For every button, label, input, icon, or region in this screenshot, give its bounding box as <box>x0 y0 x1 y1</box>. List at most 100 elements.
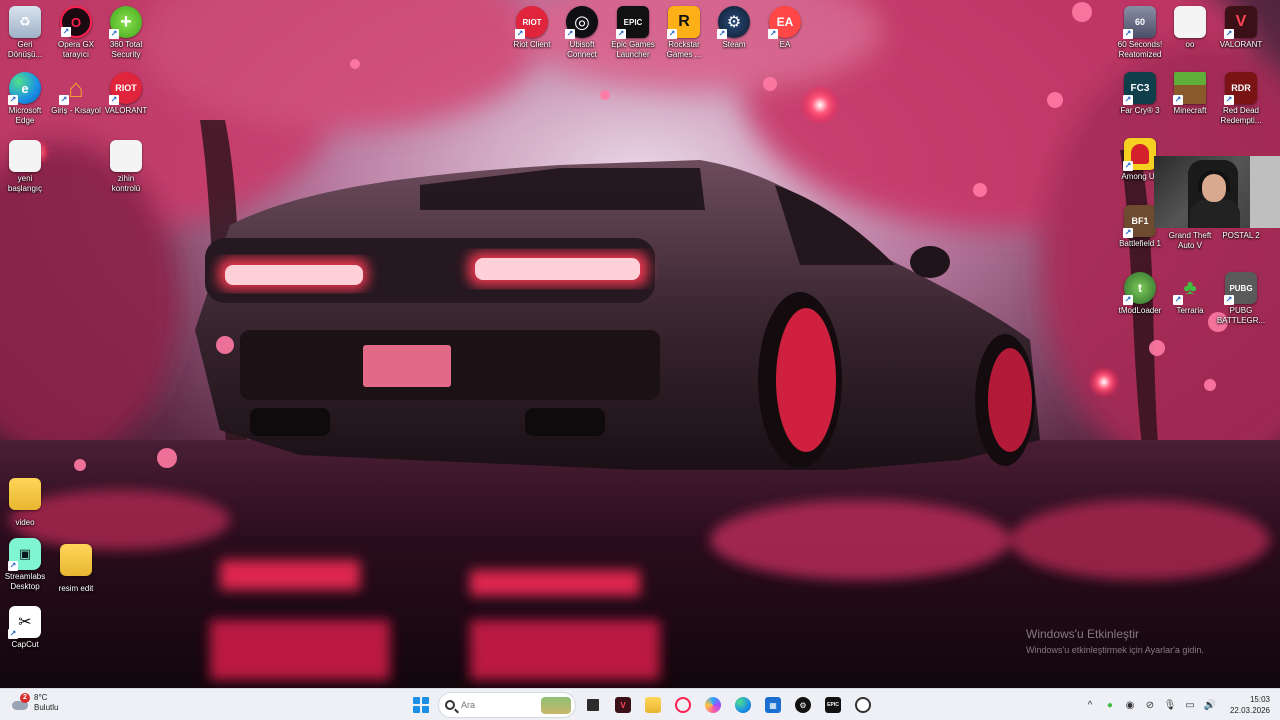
weather-temp: 8°C <box>34 693 48 702</box>
edge-icon <box>735 697 751 713</box>
desktop-icon-360-security[interactable]: + ↗ 360 Total Security <box>95 6 157 60</box>
taskbar-edge[interactable] <box>730 692 756 718</box>
rdr-icon: RDR ↗ <box>1224 72 1257 105</box>
weather-cloud-icon: 2 <box>10 693 30 713</box>
taskbar-store[interactable]: ▦ <box>760 692 786 718</box>
desktop-icon-capcut[interactable]: ✂ ↗ CapCut <box>0 606 56 650</box>
clock[interactable]: 15:03 22.03.2026 <box>1230 694 1270 716</box>
taskbar-valorant[interactable]: V <box>610 692 636 718</box>
desktop-icon-label: POSTAL 2 <box>1222 231 1260 240</box>
desktop-icon-label: EA <box>779 40 791 49</box>
recycle-bin-icon: ♻ <box>9 6 41 38</box>
taskbar-file-explorer[interactable] <box>640 692 666 718</box>
chevron-up-icon[interactable]: ^ <box>1084 699 1096 711</box>
app-tray-icon[interactable]: ● <box>1104 699 1116 711</box>
desktop-icon-ea[interactable]: EA ↗ EA <box>754 6 816 50</box>
weather-widget[interactable]: 2 8°C Bulutlu <box>10 693 58 713</box>
search-icon <box>445 700 455 710</box>
desktop-icon-label: 360 Total Security <box>109 40 143 59</box>
volume-icon[interactable]: 🔊 <box>1204 699 1216 711</box>
wallpaper-art <box>0 0 1280 688</box>
desktop-icon-pubg[interactable]: PUBG ↗ PUBG BATTLEGR... <box>1210 272 1272 326</box>
taskbar-copilot[interactable] <box>700 692 726 718</box>
desktop-icon-label: resim edit <box>58 584 94 593</box>
pubg-icon: PUBG ↗ <box>1224 272 1257 305</box>
edge-icon: e ↗ <box>8 72 41 105</box>
file-icon <box>1174 6 1206 38</box>
riot-client-icon: RIOT ↗ <box>515 6 548 39</box>
game-icon: 60 ↗ <box>1123 6 1156 39</box>
weather-condition: Bulutlu <box>34 703 59 712</box>
desktop-icon-yeni-baslangic[interactable]: yeni başlangıç <box>0 140 56 194</box>
steam-icon: ⚙ <box>795 697 811 713</box>
home-icon: ⌂ ↗ <box>59 72 84 105</box>
webcam-overlay <box>1154 156 1280 228</box>
network-off-icon[interactable]: ⊘ <box>1144 699 1156 711</box>
activation-subtitle: Windows'u etkinleştirmek için Ayarlar'a … <box>1026 645 1204 655</box>
minecraft-icon: ↗ <box>1173 72 1206 105</box>
taskbar-epic-games[interactable]: EPIC <box>820 692 846 718</box>
start-button[interactable] <box>408 692 434 718</box>
microphone-icon[interactable]: 🎙 <box>1164 699 1177 711</box>
folder-icon <box>9 478 41 510</box>
desktop-icon-label: yeni başlangıç <box>7 174 43 193</box>
taskbar-steam[interactable]: ⚙ <box>790 692 816 718</box>
streamlabs-icon: ▣ ↗ <box>8 538 41 571</box>
desktop-icon-label: PUBG BATTLEGR... <box>1216 306 1266 325</box>
valorant-icon: V <box>615 697 631 713</box>
desktop-icon-label: VALORANT <box>1219 40 1263 49</box>
desktop-icon-label: video <box>15 518 35 527</box>
task-view-icon <box>587 699 599 711</box>
ubisoft-icon <box>855 697 871 713</box>
taskbar: 2 8°C Bulutlu V <box>0 688 1280 720</box>
desktop-wallpaper <box>0 0 1280 688</box>
clock-time: 15:03 <box>1249 695 1270 704</box>
epic-games-icon: EPIC <box>825 697 841 713</box>
search-input[interactable] <box>461 700 541 710</box>
activation-watermark: Windows'u Etkinleştir Windows'u etkinleş… <box>1026 627 1204 655</box>
desktop-icon-label: Red Dead Redempti... <box>1220 106 1262 125</box>
desktop-icon-postal-2[interactable]: POSTAL 2 <box>1210 229 1272 241</box>
ubisoft-icon: ◎ ↗ <box>565 6 598 39</box>
desktop-icon-label: zihin kontrolü <box>111 174 141 193</box>
desktop-icon-red-dead[interactable]: RDR ↗ Red Dead Redempti... <box>1210 72 1272 126</box>
opera-gx-icon: O ↗ <box>60 6 92 38</box>
file-icon <box>110 140 142 172</box>
store-icon: ▦ <box>765 697 781 713</box>
desktop-icon-valorant[interactable]: V ↗ VALORANT <box>1210 6 1272 50</box>
activation-title: Windows'u Etkinleştir <box>1026 627 1139 641</box>
desktop-icon-valorant-riot[interactable]: RIOT ↗ VALORANT <box>95 72 157 116</box>
epic-games-icon: EPIC ↗ <box>616 6 649 39</box>
weather-badge: 2 <box>20 693 30 703</box>
search-highlight-image <box>541 697 571 714</box>
desktop-icon-label: VALORANT <box>104 106 148 115</box>
steam-icon: ⚙ ↗ <box>717 6 750 39</box>
ea-icon: EA ↗ <box>768 6 801 39</box>
rockstar-icon: R ↗ <box>667 6 700 39</box>
among-us-icon: ↗ <box>1123 138 1156 171</box>
farcry-icon: FC3 ↗ <box>1123 72 1156 105</box>
taskbar-search[interactable] <box>438 692 576 718</box>
file-explorer-icon <box>645 697 661 713</box>
capcut-icon: ✂ ↗ <box>8 606 41 639</box>
gamepad-icon[interactable]: ◉ <box>1124 699 1136 711</box>
desktop-icon-video-folder[interactable]: video <box>0 472 56 528</box>
desktop-icon-label: CapCut <box>11 640 39 649</box>
start-icon <box>413 697 429 713</box>
clock-date: 22.03.2026 <box>1229 706 1270 715</box>
terraria-icon: ♣ ↗ <box>1173 276 1197 305</box>
desktop-icon-resim-edit[interactable]: resim edit <box>45 538 107 594</box>
taskbar-ubisoft[interactable] <box>850 692 876 718</box>
system-tray: ^ ● ◉ ⊘ 🎙 ▭ 🔊 15:03 22.03.2026 <box>1084 689 1270 720</box>
360-security-icon: + ↗ <box>109 6 142 39</box>
taskbar-apps: V ▦ ⚙ EPIC <box>408 692 876 718</box>
valorant-icon: V ↗ <box>1224 6 1257 39</box>
opera-icon <box>675 697 691 713</box>
taskbar-opera[interactable] <box>670 692 696 718</box>
task-view-button[interactable] <box>580 692 606 718</box>
folder-icon <box>60 544 92 576</box>
desktop-icon-zihin-kontrolu[interactable]: zihin kontrolü <box>95 140 157 194</box>
copilot-icon <box>705 697 721 713</box>
display-icon[interactable]: ▭ <box>1184 699 1196 711</box>
tmodloader-icon: t ↗ <box>1123 272 1156 305</box>
